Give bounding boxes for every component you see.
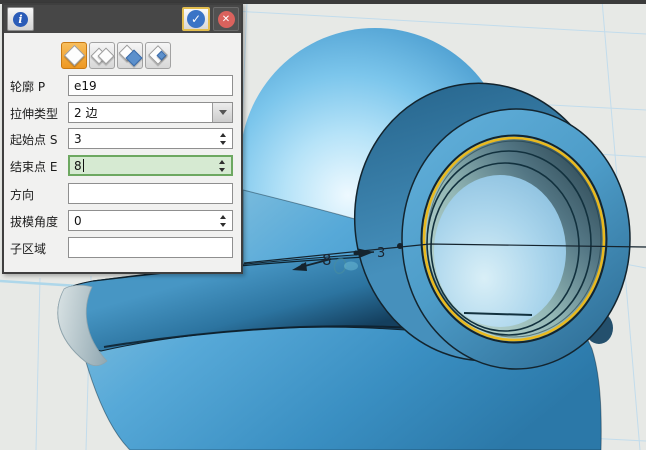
extrude-type-value: 2 边 (74, 104, 97, 121)
info-icon: i (13, 12, 28, 27)
diamond-icon (64, 45, 85, 66)
application-window: 8 3 i ✓ ✕ 轮廓 P e19 拉伸类型 (0, 0, 646, 450)
draft-angle-value: 0 (74, 214, 82, 228)
extrude-dialog: i ✓ ✕ 轮廓 P e19 拉伸类型 2 边 (2, 3, 243, 274)
spinner-up-icon (220, 215, 226, 219)
end-distance-label: 8 (322, 251, 332, 269)
end-point-label: 结束点 E (10, 158, 57, 175)
extrude-type-dropdown-button[interactable] (212, 103, 232, 122)
start-point-value: 3 (74, 132, 82, 146)
extrude-mode-base-button[interactable] (61, 42, 87, 69)
end-point-value: 8 (74, 159, 82, 173)
subregion-label: 子区域 (10, 240, 46, 257)
selection-glow (344, 262, 358, 271)
start-distance-label: 3 (377, 246, 385, 261)
draft-angle-row: 拔模角度 0 (4, 210, 241, 231)
text-cursor (83, 159, 84, 172)
extrude-mode-intersect-button[interactable] (145, 42, 171, 69)
extrude-mode-boss-button[interactable] (89, 42, 115, 69)
subregion-input[interactable] (68, 237, 233, 258)
bore-bottom-face[interactable] (434, 175, 566, 327)
spinner-up-icon (219, 160, 225, 164)
start-point-spin-buttons[interactable] (217, 129, 229, 148)
direction-input[interactable] (68, 183, 233, 204)
anchor-point-dot[interactable] (397, 243, 403, 249)
extrude-mode-cut-button[interactable] (117, 42, 143, 69)
spinner-down-icon (220, 223, 226, 227)
direction-row: 方向 (4, 183, 241, 204)
end-point-spin-buttons[interactable] (216, 157, 228, 174)
direction-label: 方向 (10, 186, 34, 203)
profile-value: e19 (74, 79, 97, 93)
confirm-button[interactable]: ✓ (182, 7, 210, 31)
end-point-row: 结束点 E 8 (4, 155, 241, 176)
spinner-down-icon (219, 168, 225, 172)
start-point-label: 起始点 S (10, 131, 57, 148)
draft-angle-label: 拔模角度 (10, 213, 58, 230)
spinner-down-icon (220, 141, 226, 145)
check-icon: ✓ (187, 10, 205, 28)
info-button[interactable]: i (7, 7, 34, 31)
chevron-down-icon (219, 110, 227, 115)
end-point-spinner[interactable]: 8 (68, 155, 233, 176)
draft-angle-spin-buttons[interactable] (217, 211, 229, 230)
cancel-button[interactable]: ✕ (213, 7, 239, 31)
extrude-type-select[interactable]: 2 边 (68, 102, 233, 123)
draft-angle-spinner[interactable]: 0 (68, 210, 233, 231)
profile-input[interactable]: e19 (68, 75, 233, 96)
dialog-titlebar[interactable]: i ✓ ✕ (4, 5, 241, 33)
profile-label: 轮廓 P (10, 78, 45, 95)
spinner-up-icon (220, 133, 226, 137)
subregion-row: 子区域 (4, 237, 241, 258)
profile-row: 轮廓 P e19 (4, 75, 241, 96)
extrude-type-row: 拉伸类型 2 边 (4, 102, 241, 123)
start-point-row: 起始点 S 3 (4, 128, 241, 149)
extrude-type-label: 拉伸类型 (10, 105, 58, 122)
start-point-spinner[interactable]: 3 (68, 128, 233, 149)
close-icon: ✕ (218, 11, 235, 28)
